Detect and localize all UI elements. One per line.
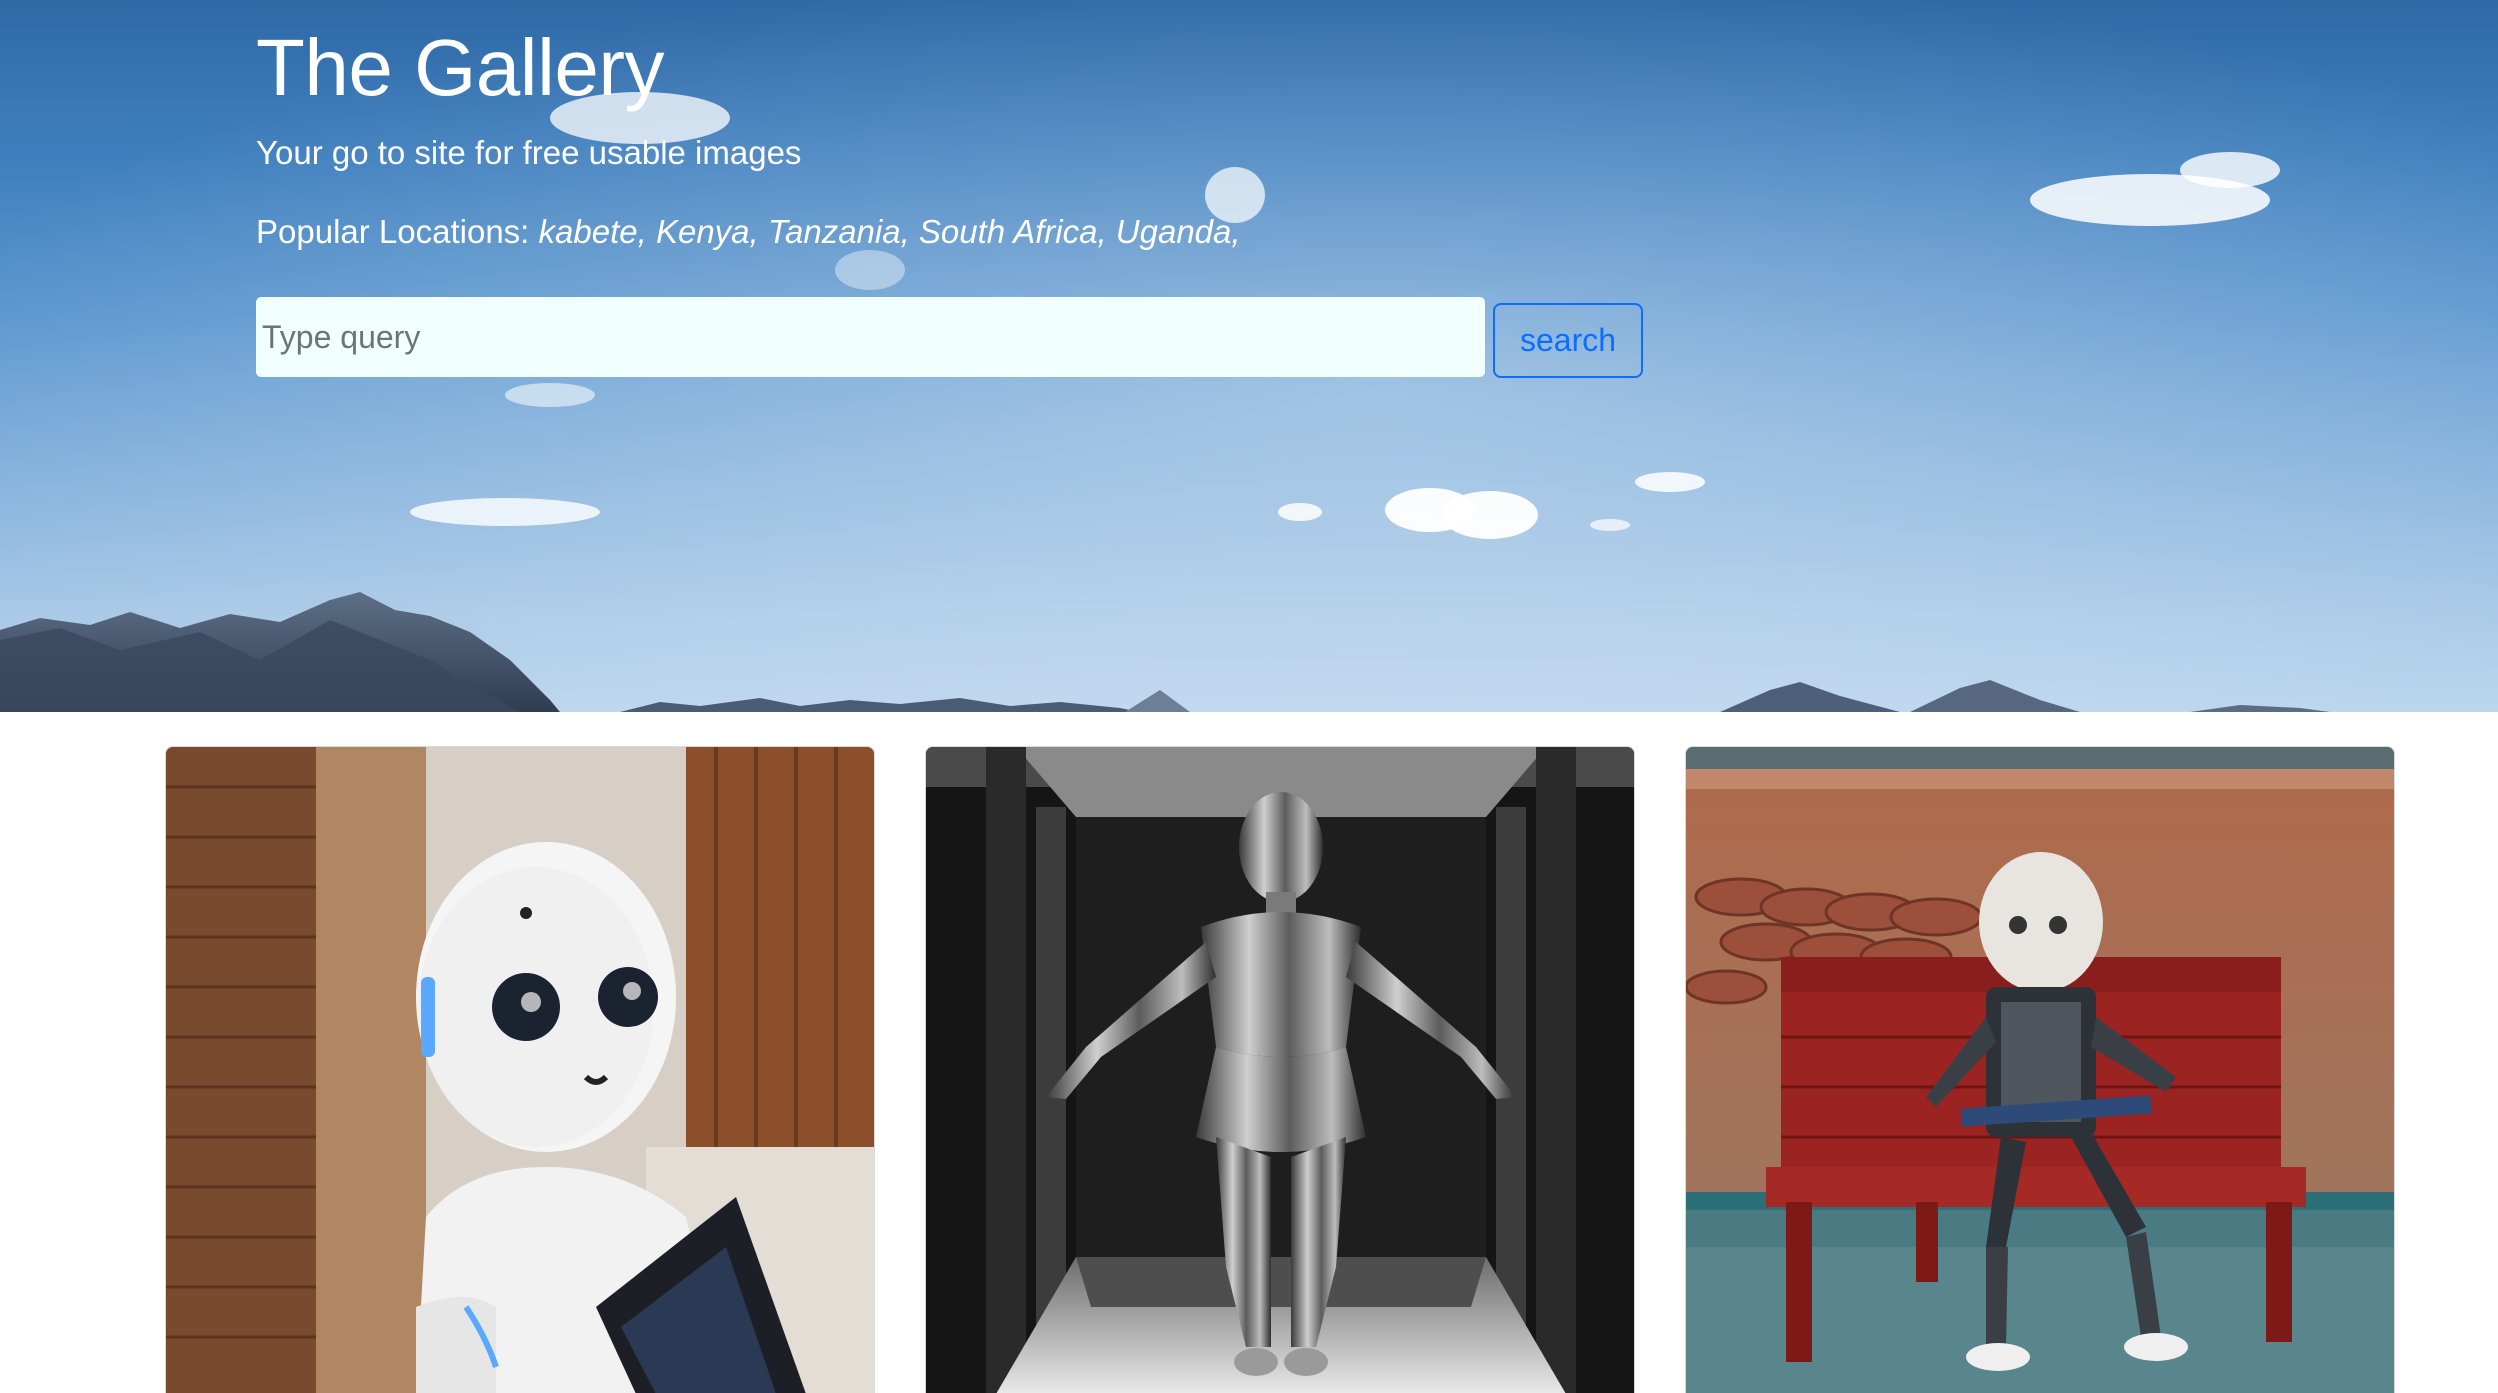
gallery-card[interactable] <box>1685 746 2395 1393</box>
gallery-image-white-robot[interactable] <box>166 747 875 1393</box>
popular-locations: Popular Locations: kabete, Kenya, Tanzan… <box>256 213 1241 251</box>
hero-banner: The Gallery Your go to site for free usa… <box>0 0 2498 712</box>
popular-locations-label: Popular Locations: <box>256 213 530 250</box>
page-title: The Gallery <box>256 23 664 112</box>
gallery-image-bench-robot[interactable] <box>1686 747 2395 1393</box>
search-input[interactable] <box>256 297 1485 377</box>
gallery-card[interactable] <box>925 746 1635 1393</box>
gallery-card[interactable] <box>165 746 875 1393</box>
popular-locations-list: kabete, Kenya, Tanzania, South Africa, U… <box>538 213 1241 250</box>
hero-tagline: Your go to site for free usable images <box>256 134 802 171</box>
gallery-image-chrome-robot[interactable] <box>926 747 1635 1393</box>
search-button[interactable]: search <box>1493 303 1643 378</box>
